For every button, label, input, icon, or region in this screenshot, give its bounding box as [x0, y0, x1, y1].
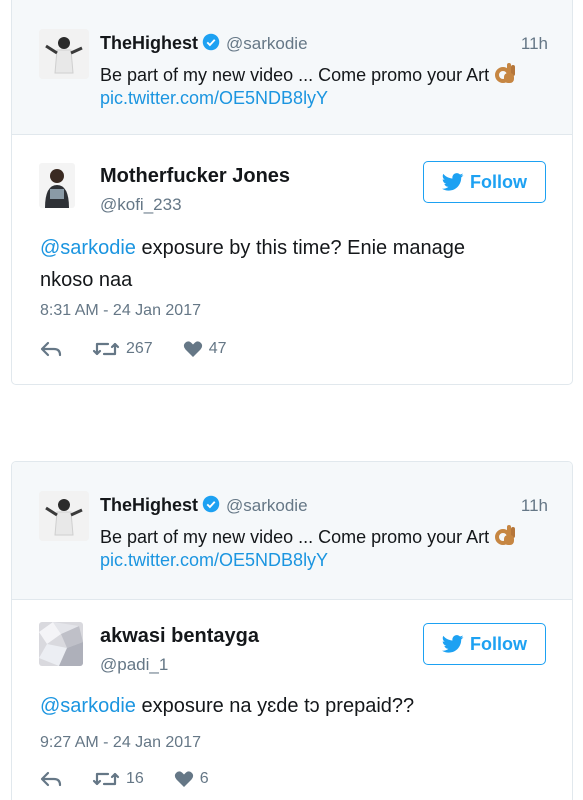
- follow-button[interactable]: Follow: [423, 623, 546, 665]
- quoted-tweet[interactable]: TheHighest @sarkodie 11h Be part of my ne…: [12, 462, 572, 600]
- verified-badge-icon: [202, 33, 220, 51]
- reply-timestamp[interactable]: 9:27 AM - 24 Jan 2017: [40, 734, 201, 752]
- reply-arrow-icon: [40, 771, 62, 787]
- quoted-text: Be part of my new video ... Come promo y…: [100, 61, 517, 86]
- reply-action[interactable]: [40, 771, 62, 787]
- embedded-tweet-2: TheHighest @sarkodie 11h Be part of my ne…: [11, 461, 573, 800]
- quoted-author-handle: @sarkodie: [226, 34, 308, 53]
- twitter-bird-icon: [442, 635, 464, 653]
- quoted-text: Be part of my new video ... Come promo y…: [100, 523, 517, 548]
- quoted-author-name: TheHighest: [100, 495, 199, 515]
- retweet-action[interactable]: 267: [92, 340, 153, 358]
- quoted-time[interactable]: 11h: [521, 34, 548, 54]
- embedded-tweet-1: TheHighest @sarkodie 11h Be part of my ne…: [11, 0, 573, 385]
- quoted-pic-link[interactable]: pic.twitter.com/OE5NDB8lyY: [100, 550, 328, 571]
- like-action[interactable]: 47: [183, 340, 227, 358]
- verified-badge-icon: [202, 495, 220, 513]
- tweet-actions: 267 47: [40, 340, 257, 358]
- reply-text: @sarkodie exposure by this time? Enie ma…: [40, 232, 465, 296]
- ok-hand-emoji-icon: [495, 525, 516, 545]
- follow-button[interactable]: Follow: [423, 161, 546, 203]
- ok-hand-emoji-icon: [495, 63, 516, 83]
- quoted-tweet[interactable]: TheHighest @sarkodie 11h Be part of my ne…: [12, 0, 572, 135]
- reply-text: @sarkodie exposure na yɛde tɔ prepaid??: [40, 690, 414, 722]
- avatar-photo-icon: [39, 163, 75, 208]
- quoted-text-body: Be part of my new video ... Come promo y…: [100, 527, 490, 547]
- mention-link[interactable]: @sarkodie: [40, 237, 136, 259]
- retweet-icon: [92, 342, 120, 356]
- reply-arrow-icon: [40, 341, 62, 357]
- reply-text-body: exposure by this time? Enie manage: [135, 237, 465, 259]
- follow-label: Follow: [470, 171, 527, 192]
- avatar-photo-icon: [39, 622, 83, 666]
- retweet-count: 16: [126, 770, 144, 787]
- avatar-photo-icon: [39, 491, 89, 541]
- like-action[interactable]: 6: [174, 770, 209, 788]
- twitter-bird-icon: [442, 173, 464, 191]
- retweet-icon: [92, 772, 120, 786]
- reply-author-name[interactable]: akwasi bentayga: [100, 625, 259, 648]
- mention-link[interactable]: @sarkodie: [40, 695, 136, 717]
- heart-icon: [183, 341, 202, 357]
- reply-header: akwasi bentayga @padi_1 Follow: [12, 600, 572, 675]
- avatar[interactable]: [39, 163, 75, 208]
- tweet-actions: 16 6: [40, 770, 239, 788]
- quoted-time[interactable]: 11h: [521, 496, 548, 516]
- quoted-text-body: Be part of my new video ... Come promo y…: [100, 65, 490, 85]
- reply-text-body: exposure na yɛde tɔ prepaid??: [135, 695, 415, 717]
- avatar[interactable]: [39, 491, 89, 541]
- reply-author-handle[interactable]: @padi_1: [100, 655, 168, 675]
- avatar-photo-icon: [39, 29, 89, 79]
- retweet-count: 267: [126, 340, 153, 357]
- quoted-pic-link[interactable]: pic.twitter.com/OE5NDB8lyY: [100, 88, 328, 109]
- reply-text-line-1: @sarkodie exposure by this time? Enie ma…: [40, 232, 465, 264]
- reply-text-line-2: nkoso naa: [40, 269, 133, 291]
- reply-timestamp[interactable]: 8:31 AM - 24 Jan 2017: [40, 302, 201, 320]
- avatar[interactable]: [39, 29, 89, 79]
- quoted-author[interactable]: TheHighest @sarkodie: [100, 495, 308, 516]
- like-count: 6: [199, 770, 209, 787]
- like-count: 47: [208, 340, 227, 357]
- quoted-author-handle: @sarkodie: [226, 496, 308, 515]
- quoted-author-name: TheHighest: [100, 33, 199, 53]
- avatar[interactable]: [39, 622, 83, 666]
- quoted-author[interactable]: TheHighest @sarkodie: [100, 33, 308, 54]
- reply-action[interactable]: [40, 341, 62, 357]
- reply-author-name[interactable]: Motherfucker Jones: [100, 165, 290, 188]
- heart-icon: [174, 771, 193, 787]
- reply-author-handle[interactable]: @kofi_233: [100, 195, 182, 215]
- reply-text-line-1: @sarkodie exposure na yɛde tɔ prepaid??: [40, 690, 414, 722]
- reply-header: Motherfucker Jones @kofi_233 Follow: [12, 135, 572, 214]
- retweet-action[interactable]: 16: [92, 770, 144, 788]
- follow-label: Follow: [470, 633, 527, 654]
